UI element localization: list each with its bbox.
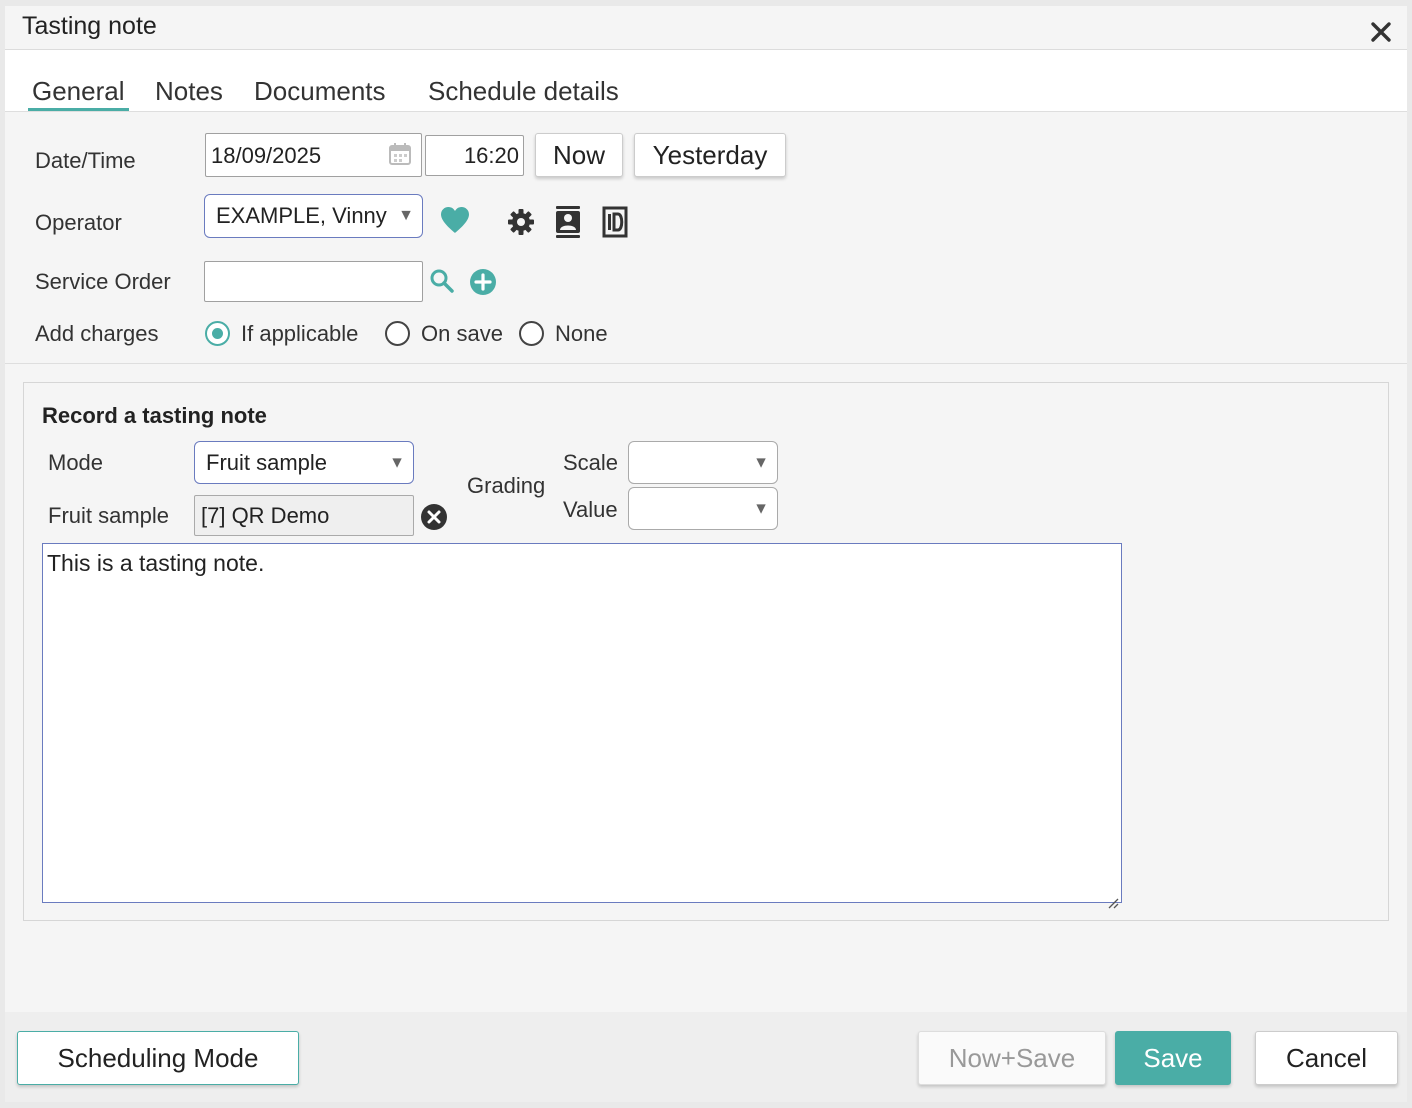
grading-label: Grading <box>467 473 546 498</box>
fruit-sample-label: Fruit sample <box>48 503 170 528</box>
add-circle-icon[interactable] <box>469 268 497 301</box>
fruit-sample-field: [7] QR Demo <box>194 495 414 536</box>
chevron-down-icon: ▼ <box>389 454 405 471</box>
dialog-titlebar: Tasting note <box>5 6 1407 50</box>
now-button[interactable]: Now <box>535 133 623 177</box>
operator-select[interactable]: EXAMPLE, Vinny ▼ <box>204 194 423 238</box>
tab-bar: General Notes Documents Schedule details <box>5 50 1407 112</box>
tab-documents[interactable]: Documents <box>254 76 386 107</box>
operator-label: Operator <box>35 210 122 235</box>
scale-select[interactable]: ▼ <box>628 441 778 484</box>
chevron-down-icon: ▼ <box>753 500 769 517</box>
add-charges-label: Add charges <box>35 321 159 346</box>
search-icon[interactable] <box>429 268 455 299</box>
value-select[interactable]: ▼ <box>628 487 778 530</box>
general-form: Date/Time 18/09/2025 16:20 Now Yesterday <box>5 112 1407 364</box>
value-label: Value <box>563 497 618 522</box>
scale-label: Scale <box>563 450 619 475</box>
radio-on-save[interactable] <box>385 321 410 346</box>
scheduling-mode-button[interactable]: Scheduling Mode <box>17 1031 299 1085</box>
time-field[interactable]: 16:20 <box>425 135 524 176</box>
tab-schedule-details[interactable]: Schedule details <box>428 76 619 107</box>
datetime-label: Date/Time <box>35 148 136 173</box>
tasting-note-textarea[interactable]: This is a tasting note. <box>42 543 1122 909</box>
panel-title: Record a tasting note <box>42 403 267 428</box>
radio-none-label[interactable]: None <box>555 321 608 347</box>
heart-icon[interactable] <box>440 206 470 239</box>
record-tasting-note-panel: Record a tasting note Mode Fruit sample … <box>23 382 1389 921</box>
service-order-input[interactable] <box>204 261 423 302</box>
close-icon[interactable] <box>1368 19 1394 45</box>
chevron-down-icon: ▼ <box>398 207 414 224</box>
now-save-button[interactable]: Now+Save <box>918 1031 1106 1085</box>
radio-none[interactable] <box>519 321 544 346</box>
mode-value: Fruit sample <box>206 450 328 475</box>
mode-select[interactable]: Fruit sample ▼ <box>194 441 414 484</box>
tasting-note-text: This is a tasting note. <box>47 550 265 576</box>
clear-circle-icon[interactable] <box>420 503 448 536</box>
tasting-note-dialog: Tasting note General Notes Documents Sch… <box>5 6 1407 1102</box>
mode-label: Mode <box>48 450 104 475</box>
service-order-label: Service Order <box>35 269 171 294</box>
date-value: 18/09/2025 <box>211 143 322 168</box>
chevron-down-icon: ▼ <box>753 454 769 471</box>
dialog-footer: Scheduling Mode Now+Save Save Cancel <box>5 1012 1407 1102</box>
gear-icon[interactable] <box>507 208 535 241</box>
operator-value: EXAMPLE, Vinny <box>216 203 387 228</box>
tab-general[interactable]: General <box>28 76 129 111</box>
tab-notes[interactable]: Notes <box>155 76 223 107</box>
radio-if-applicable-label[interactable]: If applicable <box>241 321 358 347</box>
yesterday-button[interactable]: Yesterday <box>634 133 786 177</box>
calendar-icon[interactable] <box>388 142 412 172</box>
cancel-button[interactable]: Cancel <box>1255 1031 1398 1085</box>
radio-if-applicable[interactable] <box>205 321 230 346</box>
contact-card-icon[interactable] <box>554 205 582 244</box>
date-field[interactable]: 18/09/2025 <box>205 133 422 177</box>
document-id-icon[interactable] <box>600 206 630 243</box>
radio-on-save-label[interactable]: On save <box>421 321 503 347</box>
save-button[interactable]: Save <box>1115 1031 1231 1085</box>
resize-handle-icon[interactable] <box>1107 888 1119 909</box>
dialog-title: Tasting note <box>22 12 157 40</box>
